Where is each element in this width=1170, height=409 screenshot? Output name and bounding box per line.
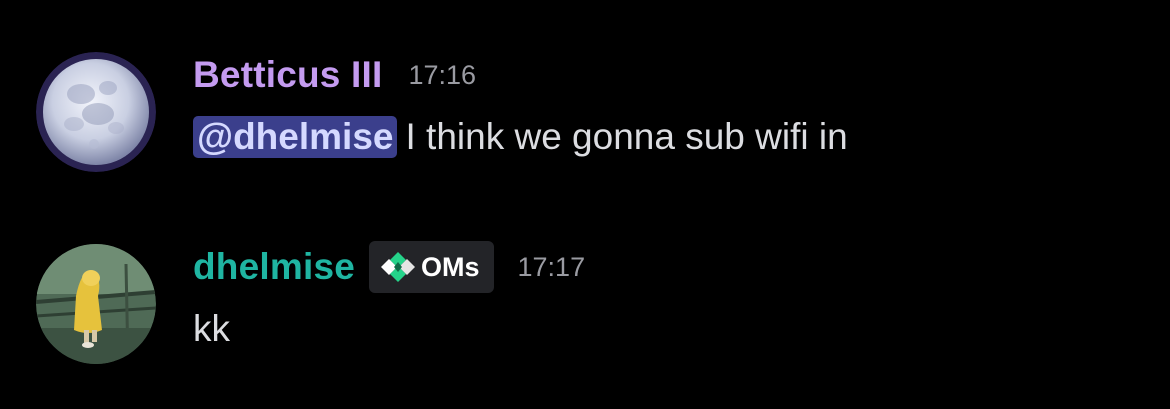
timestamp[interactable]: 17:16: [409, 60, 477, 91]
avatar[interactable]: [36, 244, 156, 364]
message-text: I think we gonna sub wifi in: [405, 116, 848, 157]
moon-avatar-icon: [36, 52, 156, 172]
message-text: kk: [193, 308, 230, 349]
role-label: OMs: [421, 251, 480, 282]
message-content: kk: [193, 304, 585, 354]
timestamp[interactable]: 17:17: [518, 252, 586, 283]
user-mention[interactable]: @dhelmise: [193, 116, 398, 158]
username[interactable]: Betticus III: [193, 54, 383, 96]
username[interactable]: dhelmise: [193, 246, 355, 288]
raincoat-child-avatar-icon: [36, 244, 156, 364]
role-tag[interactable]: OMs: [369, 241, 494, 293]
avatar[interactable]: [36, 52, 156, 172]
diamond-gem-icon: [381, 252, 415, 282]
message-content: @dhelmise I think we gonna sub wifi in: [193, 112, 848, 162]
